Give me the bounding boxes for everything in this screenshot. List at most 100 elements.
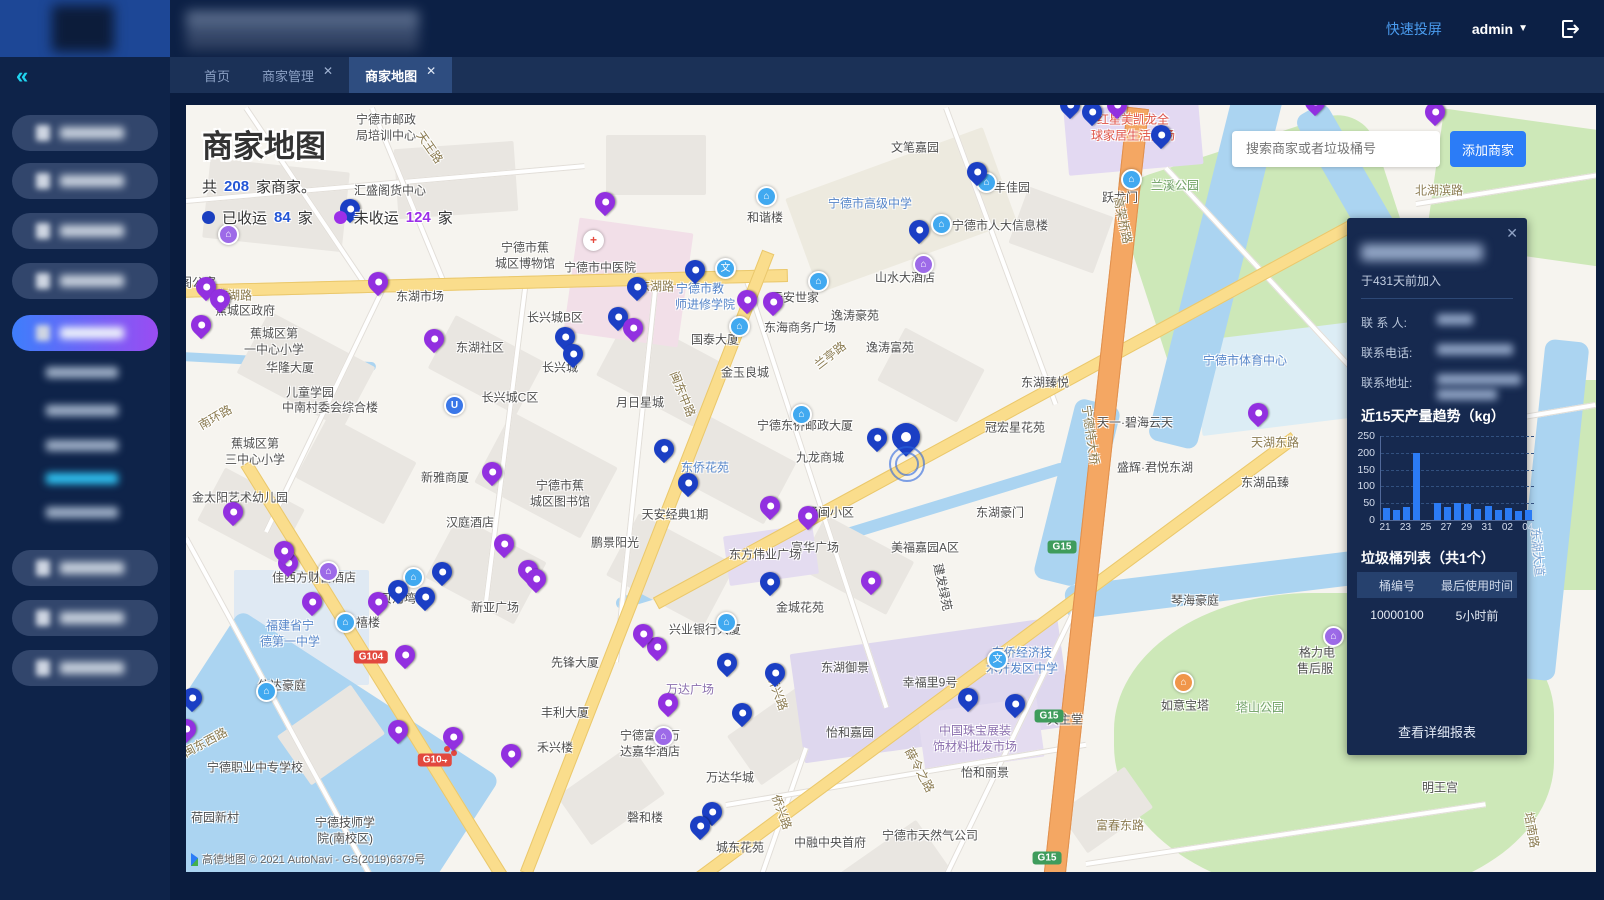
- close-icon[interactable]: ✕: [426, 64, 436, 78]
- divider: [1361, 298, 1513, 299]
- chart-x-tick: 04: [1522, 522, 1533, 533]
- sidebar-subitem-active-map[interactable]: [46, 473, 118, 484]
- chart-x-tick: 25: [1420, 522, 1431, 533]
- map-label: 和谐楼: [747, 209, 783, 226]
- map-label: 新雅商厦: [421, 469, 469, 486]
- map-canvas[interactable]: 宁德市邮政局培训中心天王路文笔嘉园红星美凯龙全球家居生活广场兰溪公园北湖滨路丰佳…: [186, 105, 1596, 872]
- map-label: 德第一中学: [260, 633, 320, 650]
- top-navbar: 快速投屏 admin ▼: [0, 0, 1604, 57]
- add-merchant-button[interactable]: 添加商家: [1450, 131, 1526, 167]
- app-window: 快速投屏 admin ▼ 首页 商家管理✕ 商家地图✕ «: [0, 0, 1604, 900]
- sidebar-collapse-button[interactable]: «: [16, 63, 28, 89]
- close-icon[interactable]: ✕: [323, 64, 333, 78]
- menu-icon: [36, 660, 50, 676]
- menu-icon: [36, 273, 50, 289]
- chart-y-tick: 200: [1357, 447, 1375, 459]
- contact-phone-blurred: [1437, 344, 1513, 355]
- sidebar-item-blurred-6[interactable]: [12, 600, 158, 636]
- poi-icon: ⌂: [318, 561, 339, 582]
- map-label: 万达华城: [706, 769, 754, 786]
- sidebar-item-blurred-4[interactable]: [12, 263, 158, 299]
- menu-icon: [36, 325, 50, 341]
- map-label: 宁德技师学: [315, 814, 375, 831]
- contact-name-label: 联 系 人:: [1361, 314, 1407, 331]
- map-label: 师进修学院: [675, 296, 735, 313]
- map-pin[interactable]: [863, 424, 891, 452]
- menu-icon: [36, 173, 50, 189]
- map-legend: 商家地图 共 208 家商家。 已收运 84 家 未收运 124 家: [202, 121, 453, 228]
- joined-days: 于431天前加入: [1361, 272, 1441, 289]
- map-label: 东湖品臻: [1241, 474, 1289, 491]
- tab-bar: 首页 商家管理✕ 商家地图✕: [170, 57, 1604, 93]
- map-pin[interactable]: [391, 641, 419, 669]
- view-report-link[interactable]: 查看详细报表: [1347, 722, 1527, 741]
- map-label: 先锋大厦: [551, 654, 599, 671]
- map-label: 宁德市高级中学: [828, 195, 912, 212]
- map-label: 福建省宁: [266, 617, 314, 634]
- bins-table-header: 桶编号 最后使用时间: [1357, 572, 1517, 598]
- map-label: 东方伟业广场: [729, 546, 801, 563]
- chart-bar: [1393, 510, 1400, 520]
- chart-bar: [1505, 508, 1512, 520]
- map-pin[interactable]: [187, 311, 215, 339]
- sidebar-subitem-5[interactable]: [46, 507, 118, 518]
- sidebar-item-blurred-1[interactable]: [12, 115, 158, 151]
- chart-x-tick: 31: [1481, 522, 1492, 533]
- sidebar-subitem-3[interactable]: [46, 440, 118, 451]
- sidebar: «: [0, 57, 170, 900]
- chart-title: 近15天产量趋势（kg）: [1361, 406, 1505, 426]
- chart-y-tick: 50: [1363, 497, 1375, 509]
- tab-home[interactable]: 首页: [188, 57, 246, 93]
- sidebar-item-blurred-7[interactable]: [12, 650, 158, 686]
- map-label: 荷园新村: [191, 809, 239, 826]
- sidebar-subitem-2[interactable]: [46, 405, 118, 416]
- map-label: 东海商务广场: [764, 319, 836, 336]
- map-label: 怡和丽景: [961, 764, 1009, 781]
- chart-bar: [1434, 503, 1441, 520]
- poi-icon: ⌂: [931, 214, 952, 235]
- map-pin[interactable]: [650, 435, 678, 463]
- sidebar-item-blurred-2[interactable]: [12, 163, 158, 199]
- poi-icon: ⌂: [1173, 672, 1194, 693]
- map-label: 文笔嘉园: [891, 139, 939, 156]
- road-badge: G15: [1035, 710, 1064, 723]
- user-menu[interactable]: admin ▼: [1472, 21, 1528, 37]
- chart-bar: [1485, 506, 1492, 520]
- map-label: 天安经典1期: [642, 506, 709, 523]
- sidebar-item-blurred-3[interactable]: [12, 213, 158, 249]
- bins-list-title: 垃圾桶列表（共1个）: [1361, 548, 1495, 568]
- map-label: 中南村委会综合楼: [282, 399, 378, 416]
- map-label: 饰材料批发市场: [933, 738, 1017, 755]
- poi-icon: ⌂: [729, 316, 750, 337]
- tab-merchant-management[interactable]: 商家管理✕: [246, 57, 349, 93]
- poi-icon: ⌂: [256, 681, 277, 702]
- poi-icon: ⌂: [653, 726, 674, 747]
- search-input[interactable]: [1244, 140, 1432, 157]
- logout-icon[interactable]: [1558, 17, 1582, 41]
- map-label: 如意宝塔: [1161, 697, 1209, 714]
- sidebar-item-blurred-5[interactable]: [12, 550, 158, 586]
- map-pin[interactable]: [713, 649, 741, 677]
- contact-address-blurred: [1437, 374, 1521, 385]
- sidebar-subitem-1[interactable]: [46, 367, 118, 378]
- chart-y-tick: 100: [1357, 480, 1375, 492]
- map-label: 建发绿苑: [930, 562, 957, 613]
- map-label: 美福嘉园A区: [891, 539, 959, 556]
- close-icon[interactable]: ✕: [1506, 225, 1518, 242]
- map-label: 九龙商城: [796, 449, 844, 466]
- app-logo: [0, 0, 170, 57]
- chart-bar: [1495, 510, 1502, 520]
- map-label: 北湖滨路: [1415, 182, 1463, 199]
- tab-merchant-map[interactable]: 商家地图✕: [349, 57, 452, 93]
- map-label: 长兴城C区: [482, 389, 539, 406]
- map-pin[interactable]: [497, 740, 525, 768]
- selected-pin-halo: [895, 452, 919, 476]
- sidebar-item-active-merchant[interactable]: [12, 315, 158, 351]
- quick-screencast-link[interactable]: 快速投屏: [1386, 19, 1442, 39]
- chart-bar: [1454, 503, 1461, 520]
- map-label: 东湖市场: [396, 288, 444, 305]
- map-attribution: 高德地图 © 2021 AutoNavi - GS(2019)6379号: [191, 851, 425, 867]
- search-box: [1232, 131, 1440, 167]
- map-label: 三中心小学: [225, 451, 285, 468]
- poi-icon: ⌂: [756, 186, 777, 207]
